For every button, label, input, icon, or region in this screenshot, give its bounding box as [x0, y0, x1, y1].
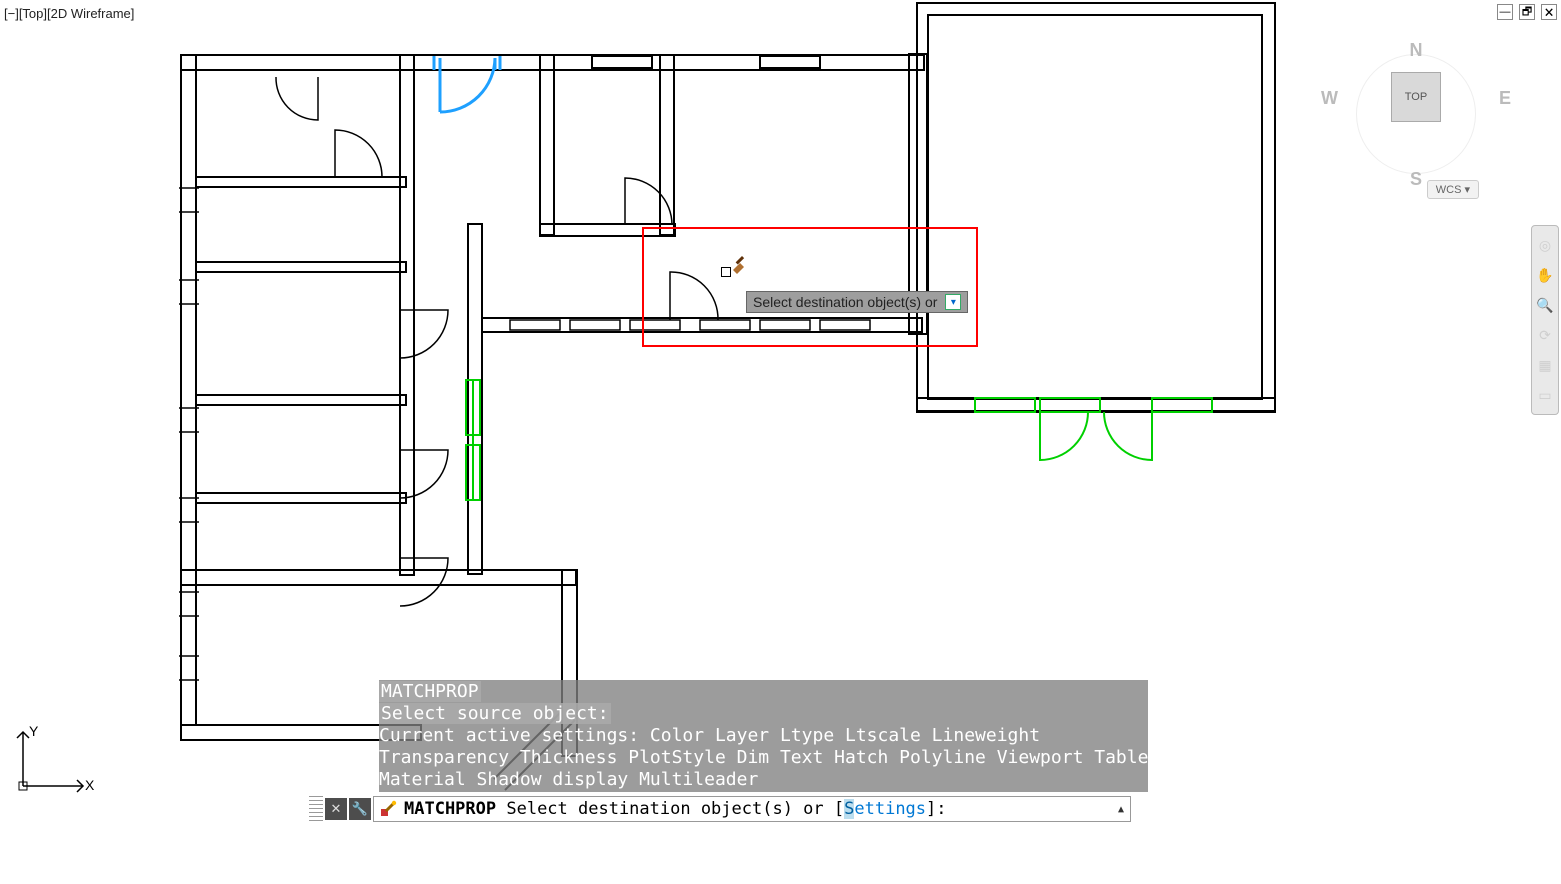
viewcube-north[interactable]: N	[1410, 40, 1423, 61]
nav-zoom-icon[interactable]: 🔍	[1532, 290, 1558, 320]
nav-pan-icon[interactable]: ✋	[1532, 260, 1558, 290]
command-line-customize-button[interactable]: 🔧	[349, 798, 371, 820]
command-line-grip-icon[interactable]	[309, 796, 323, 822]
navigation-bar: ◎ ✋ 🔍 ⟳ ▦ ▭	[1531, 225, 1559, 415]
dynamic-input-dropdown-icon[interactable]: ▾	[945, 294, 961, 310]
history-line-1: MATCHPROP	[379, 681, 481, 702]
viewcube-south[interactable]: S	[1410, 169, 1422, 190]
nav-wheel-icon[interactable]: ◎	[1532, 230, 1558, 260]
ucs-y-label: Y	[29, 724, 39, 739]
history-line-5: Material Shadow display Multileader	[379, 769, 1148, 791]
dynamic-input-tooltip[interactable]: Select destination object(s) or ▾	[746, 291, 968, 313]
command-prompt-text: MATCHPROP Select destination object(s) o…	[404, 799, 947, 819]
command-input[interactable]: MATCHPROP Select destination object(s) o…	[373, 796, 1131, 822]
history-line-3: Current active settings: Color Layer Lty…	[379, 725, 1148, 747]
viewcube-top-face[interactable]: TOP	[1391, 72, 1441, 122]
nav-showmotion-icon[interactable]: ▦	[1532, 350, 1558, 380]
command-recent-dropdown-icon[interactable]: ▲	[1118, 804, 1124, 815]
history-line-4: Transparency Thickness PlotStyle Dim Tex…	[379, 747, 1148, 769]
command-line: ✕ 🔧 MATCHPROP Select destination object(…	[309, 796, 1131, 822]
viewcube-west[interactable]: W	[1321, 88, 1338, 109]
nav-orbit-icon[interactable]: ⟳	[1532, 320, 1558, 350]
dynamic-input-text: Select destination object(s) or	[753, 294, 937, 310]
viewcube-east[interactable]: E	[1499, 88, 1511, 109]
wcs-dropdown[interactable]: WCS ▾	[1427, 180, 1479, 199]
command-history[interactable]: MATCHPROP Select source object: Current …	[379, 680, 1148, 792]
selected-source-door	[434, 56, 500, 112]
ucs-x-label: X	[85, 777, 95, 793]
command-line-close-button[interactable]: ✕	[325, 798, 347, 820]
ucs-icon[interactable]: X Y	[15, 724, 95, 804]
matchprop-brush-cursor-icon	[730, 254, 750, 279]
pickbox-cursor-icon	[721, 267, 731, 277]
command-matchprop-icon	[380, 800, 398, 818]
history-line-2: Select source object:	[379, 703, 611, 724]
nav-more-icon[interactable]: ▭	[1532, 380, 1558, 410]
viewcube[interactable]: N S W E TOP	[1331, 30, 1501, 200]
